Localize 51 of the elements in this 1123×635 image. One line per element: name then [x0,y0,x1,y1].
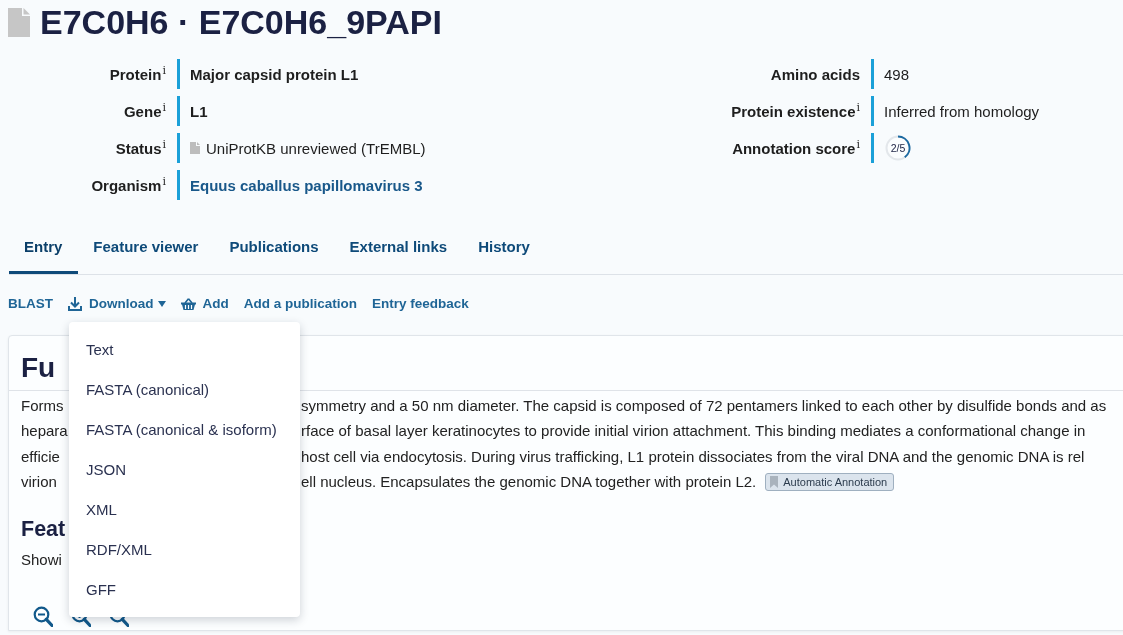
field-value: Inferred from homology [884,102,1040,120]
field-value: L1 [190,102,208,120]
download-button[interactable]: Download [68,295,166,313]
description-text: Forms [21,396,64,416]
description-text: symmetry and a 50 nm diameter. The capsid is composed of 72 pentamers linked to each other by disulfide bonds and as [301,396,1107,416]
basket-button[interactable]: Add [180,295,229,313]
field-label: Annotation score$^{i}$ [732,139,860,157]
score-text: 2/5 [889,141,907,156]
download-icon [68,297,82,311]
menu-item[interactable]: Text [69,330,300,370]
description-text: hepara [21,421,68,442]
description-text: efficie [21,446,60,467]
tab[interactable]: Feature viewer [78,225,215,274]
section-text: Showi [21,550,62,571]
field-link[interactable]: Equus caballus papillomavirus 3 [190,176,423,194]
tab[interactable]: History [463,225,546,274]
section-heading: Fu [21,351,56,385]
document-icon [190,142,200,154]
tab[interactable]: Publications [214,225,335,274]
menu-item[interactable]: GFF [69,570,300,610]
menu-item[interactable]: XML [69,490,300,530]
entry-title: E7C0H6 · E7C0H6_9PAPI [40,2,442,42]
toolbar-link[interactable]: Entry feedback [372,295,469,313]
field-label: Organism$^{i}$ [91,176,166,194]
description-text: host cell via endocytosis. During virus trafficking, L1 protein dissociates from the viral DNA and the genomic DNA is rel [301,446,1085,467]
tab[interactable]: External links [334,225,464,274]
evidence-tag[interactable]: Automatic Annotation [765,472,895,491]
caret-icon [157,301,166,307]
menu-item[interactable]: JSON [69,450,300,490]
field-value: Major capsid protein L1 [190,65,359,83]
menu-item[interactable]: RDF/XML [69,530,300,570]
menu-item[interactable]: FASTA (canonical) [69,370,300,410]
menu-item[interactable]: FASTA (canonical & isoform) [69,410,300,450]
zoom-out-icon[interactable] [33,606,53,628]
document-icon [8,7,30,37]
field-label: Protein existence$^{i}$ [731,102,860,120]
field-label: Status$^{i}$ [115,139,166,157]
field-label: Amino acids [770,65,860,83]
description-text: rface of basal layer keratinocytes to provide initial virion attachment. This binding mediates a conformational change in [301,421,1086,442]
field-value: 498 [884,65,910,83]
bookmark-icon [770,475,779,488]
tab[interactable]: Entry [9,225,79,274]
description-text: ell nucleus. Encapsulates the genomic DNA together with protein L2. [301,471,757,492]
field-value: UniProtKB unreviewed (TrEMBL) [206,139,426,157]
field-label: Protein$^{i}$ [109,65,166,83]
section-heading: Feat [21,516,66,544]
description-text: virion [21,471,57,492]
toolbar-link[interactable]: BLAST [8,295,53,313]
toolbar-link[interactable]: Add a publication [243,295,357,313]
basket-icon [180,298,196,310]
field-label: Gene$^{i}$ [123,102,166,120]
